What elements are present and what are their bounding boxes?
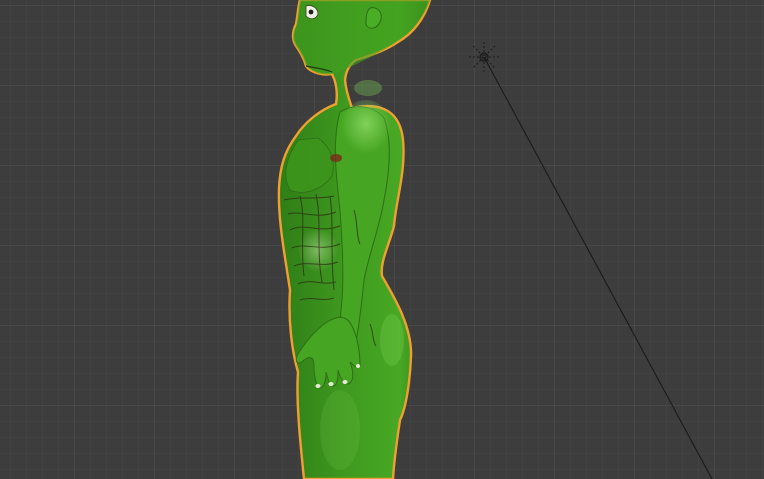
viewport-canvas[interactable]: [0, 0, 764, 479]
neck-highlight: [354, 80, 382, 96]
leg-highlight: [320, 390, 360, 470]
3d-viewport[interactable]: [0, 0, 764, 479]
chest-mark: [330, 154, 342, 162]
hip-highlight: [380, 314, 404, 366]
shoulder-highlight: [340, 100, 392, 160]
